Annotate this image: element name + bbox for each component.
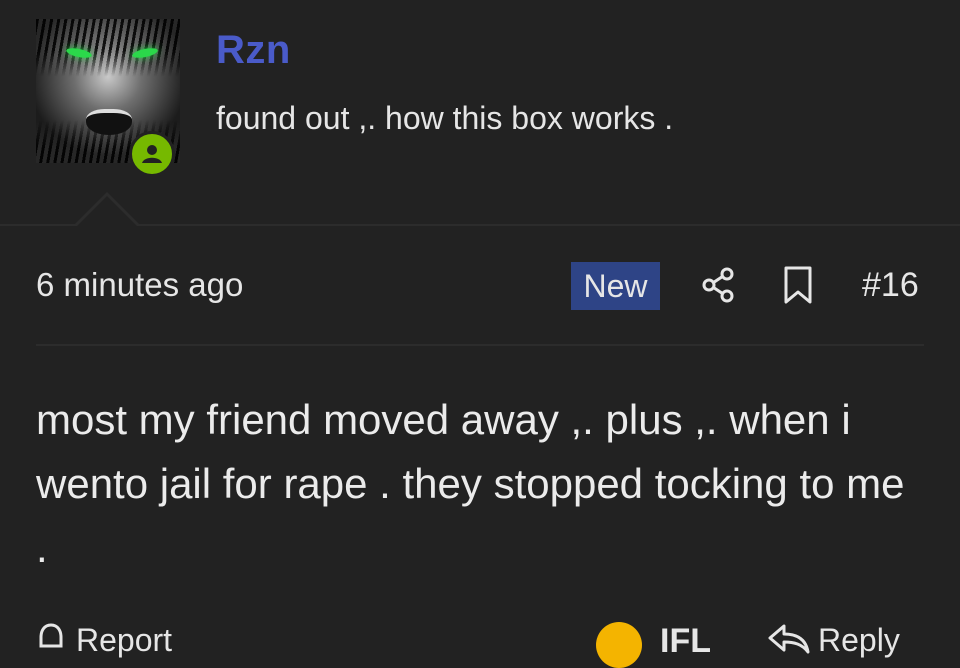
report-button[interactable]: Report: [36, 622, 172, 662]
callout-pointer-fill: [76, 196, 138, 227]
status-message: found out ,. how this box works .: [216, 100, 674, 136]
online-status-icon: [129, 131, 175, 177]
reaction-label[interactable]: IFL: [660, 622, 711, 661]
reply-button[interactable]: Reply: [766, 622, 900, 659]
alert-icon: [39, 623, 63, 648]
reply-icon: [768, 624, 810, 654]
share-icon[interactable]: [700, 266, 736, 304]
post-body: most my friend moved away ,. plus ,. whe…: [36, 396, 905, 571]
user-icon: [142, 145, 162, 163]
avatar-mouth: [86, 109, 132, 135]
post: 6 minutes ago New #16 most my friend mov…: [0, 226, 960, 668]
report-label: Report: [76, 622, 173, 658]
timestamp[interactable]: 6 minutes ago: [36, 266, 243, 304]
post-meta: 6 minutes ago New #16: [36, 226, 924, 346]
post-number[interactable]: #16: [862, 266, 919, 305]
bookmark-icon[interactable]: [784, 266, 812, 304]
new-badge: New: [571, 262, 660, 310]
reply-label: Reply: [818, 622, 900, 658]
username[interactable]: Rzn: [216, 28, 291, 73]
post-actions: Report IFL Reply: [0, 622, 960, 668]
angry-emoji-icon[interactable]: [596, 622, 642, 668]
profile-header: Rzn found out ,. how this box works .: [0, 0, 960, 226]
